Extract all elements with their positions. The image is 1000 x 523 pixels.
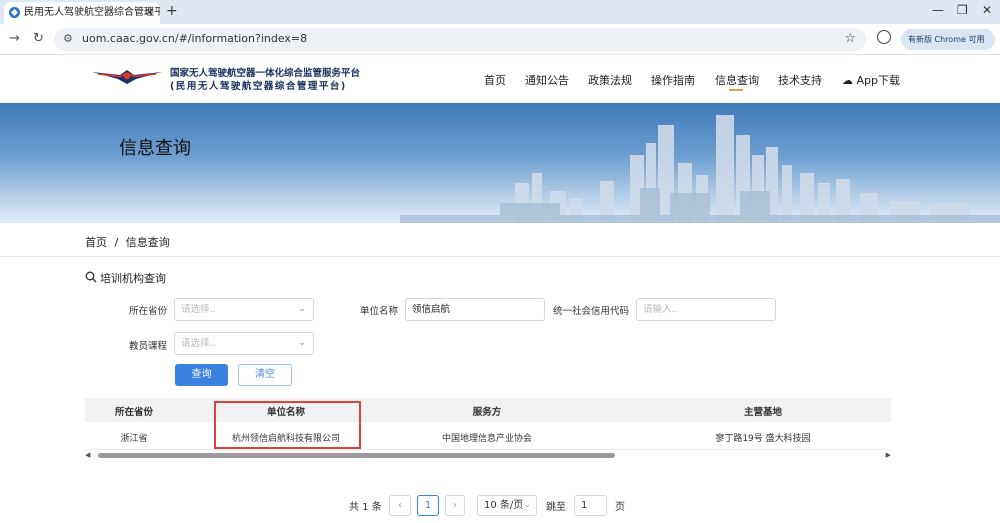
browser-tab[interactable]: 民用无人驾驶航空器综合管理平 ✕: [4, 2, 160, 24]
nav-info-query[interactable]: 信息查询: [715, 72, 759, 91]
site-favicon-icon: [9, 7, 20, 18]
column-header-province: 所在省份: [114, 407, 154, 418]
breadcrumb-separator: /: [114, 236, 119, 249]
caac-logo-icon: [92, 70, 162, 84]
profile-icon[interactable]: [877, 30, 891, 44]
nav-label: 政策法规: [588, 74, 632, 87]
highlight-box: [214, 401, 361, 449]
table-header: 所在省份 单位名称 服务方 主营基地: [85, 398, 891, 422]
search-icon: [85, 271, 97, 283]
clear-button[interactable]: 清空: [238, 364, 292, 386]
tab-close-icon[interactable]: ✕: [145, 2, 154, 24]
chrome-update-button[interactable]: 有新版 Chrome 可用: [901, 29, 995, 50]
address-bar: → ↻ ⚙ uom.caac.gov.cn/#/information?inde…: [0, 24, 1000, 55]
pagination-total: 共 1 条: [349, 502, 382, 513]
nav-app-download[interactable]: ☁ App下载: [842, 72, 900, 88]
column-header-service: 服务方: [472, 407, 502, 418]
site-info-icon[interactable]: ⚙: [63, 32, 73, 45]
nav-label: 信息查询: [715, 74, 759, 87]
cell-service: 中国地理信息产业协会: [441, 434, 533, 444]
nav-guides[interactable]: 操作指南: [651, 72, 695, 88]
nav-tech-support[interactable]: 技术支持: [778, 72, 822, 88]
province-label: 所在省份: [129, 306, 168, 317]
nav-policies[interactable]: 政策法规: [588, 72, 632, 88]
nav-label: 首页: [484, 74, 506, 87]
chevron-down-icon: ⌄: [298, 338, 306, 348]
next-page-button[interactable]: ›: [445, 495, 465, 516]
minimize-icon[interactable]: —: [932, 3, 944, 17]
forward-icon[interactable]: →: [9, 31, 20, 46]
section-title: 培训机构查询: [85, 270, 166, 286]
scrollbar-thumb[interactable]: [98, 453, 615, 458]
page-size-select[interactable]: 10 条/页 ⌄: [477, 495, 537, 516]
nav-home[interactable]: 首页: [484, 72, 506, 88]
column-header-base: 主营基地: [743, 407, 783, 418]
reload-icon[interactable]: ↻: [33, 31, 44, 46]
brand-title: 国家无人驾驶航空器一体化综合监管服务平台: [170, 68, 361, 79]
course-placeholder: 请选择..: [181, 338, 216, 349]
nav-label: App下载: [856, 74, 901, 87]
credit-code-label: 统一社会信用代码: [553, 306, 630, 317]
credit-code-input[interactable]: 请输入..: [636, 298, 776, 321]
page-banner: 信息查询: [0, 103, 1000, 223]
unit-name-label: 单位名称: [360, 306, 399, 317]
banner-title: 信息查询: [119, 138, 191, 159]
course-label: 教员课程: [129, 341, 168, 352]
cell-province: 浙江省: [120, 434, 148, 444]
chevron-down-icon: ⌄: [523, 500, 531, 510]
table-row[interactable]: 浙江省 杭州领信启航科技有限公司 中国地理信息产业协会 寥丁路19号 盛大科技园: [85, 422, 891, 450]
section-title-text: 培训机构查询: [100, 272, 166, 285]
url-text[interactable]: uom.caac.gov.cn/#/information?index=8: [82, 32, 307, 45]
scroll-right-icon[interactable]: ▶: [886, 451, 891, 459]
nav-label: 操作指南: [651, 74, 695, 87]
page-1-button[interactable]: 1: [417, 495, 439, 516]
nav-label: 技术支持: [778, 74, 822, 87]
course-select[interactable]: 请选择.. ⌄: [174, 332, 314, 355]
window-close-icon[interactable]: ✕: [982, 3, 992, 17]
province-select[interactable]: 请选择.. ⌄: [174, 298, 314, 321]
site-header: 国家无人驾驶航空器一体化综合监管服务平台 (民用无人驾驶航空器综合管理平台) 首…: [0, 55, 1000, 103]
query-button[interactable]: 查询: [175, 364, 228, 386]
tab-title: 民用无人驾驶航空器综合管理平: [24, 7, 160, 18]
prev-page-button[interactable]: ‹: [389, 495, 411, 516]
scroll-left-icon[interactable]: ◀: [85, 451, 90, 459]
restore-icon[interactable]: ❐: [957, 3, 968, 17]
horizontal-scrollbar[interactable]: ◀ ▶: [85, 451, 891, 459]
city-skyline-image: [400, 115, 1000, 223]
divider: [0, 256, 1000, 257]
goto-page-input[interactable]: 1: [574, 495, 607, 516]
chevron-down-icon: ⌄: [298, 304, 306, 314]
page-size-value: 10 条/页: [484, 500, 524, 511]
bookmark-star-icon[interactable]: ☆: [844, 31, 856, 46]
new-tab-icon[interactable]: +: [166, 3, 178, 19]
brand-subtitle: (民用无人驾驶航空器综合管理平台): [170, 81, 347, 92]
nav-label: 通知公告: [525, 74, 569, 87]
breadcrumb-current: 信息查询: [125, 236, 170, 249]
unit-name-input[interactable]: 领信启航: [405, 298, 545, 321]
url-box[interactable]: ⚙ uom.caac.gov.cn/#/information?index=8 …: [54, 28, 866, 51]
cloud-download-icon: ☁: [842, 74, 857, 87]
page-unit-label: 页: [615, 502, 625, 513]
breadcrumb-home[interactable]: 首页: [85, 236, 107, 249]
browser-tab-bar: 民用无人驾驶航空器综合管理平 ✕ + — ❐ ✕: [0, 0, 1000, 24]
breadcrumb: 首页 / 信息查询: [85, 234, 170, 250]
goto-label: 跳至: [546, 502, 566, 513]
nav-notices[interactable]: 通知公告: [525, 72, 569, 88]
cell-base: 寥丁路19号 盛大科技园: [715, 434, 811, 444]
province-placeholder: 请选择..: [181, 304, 216, 315]
